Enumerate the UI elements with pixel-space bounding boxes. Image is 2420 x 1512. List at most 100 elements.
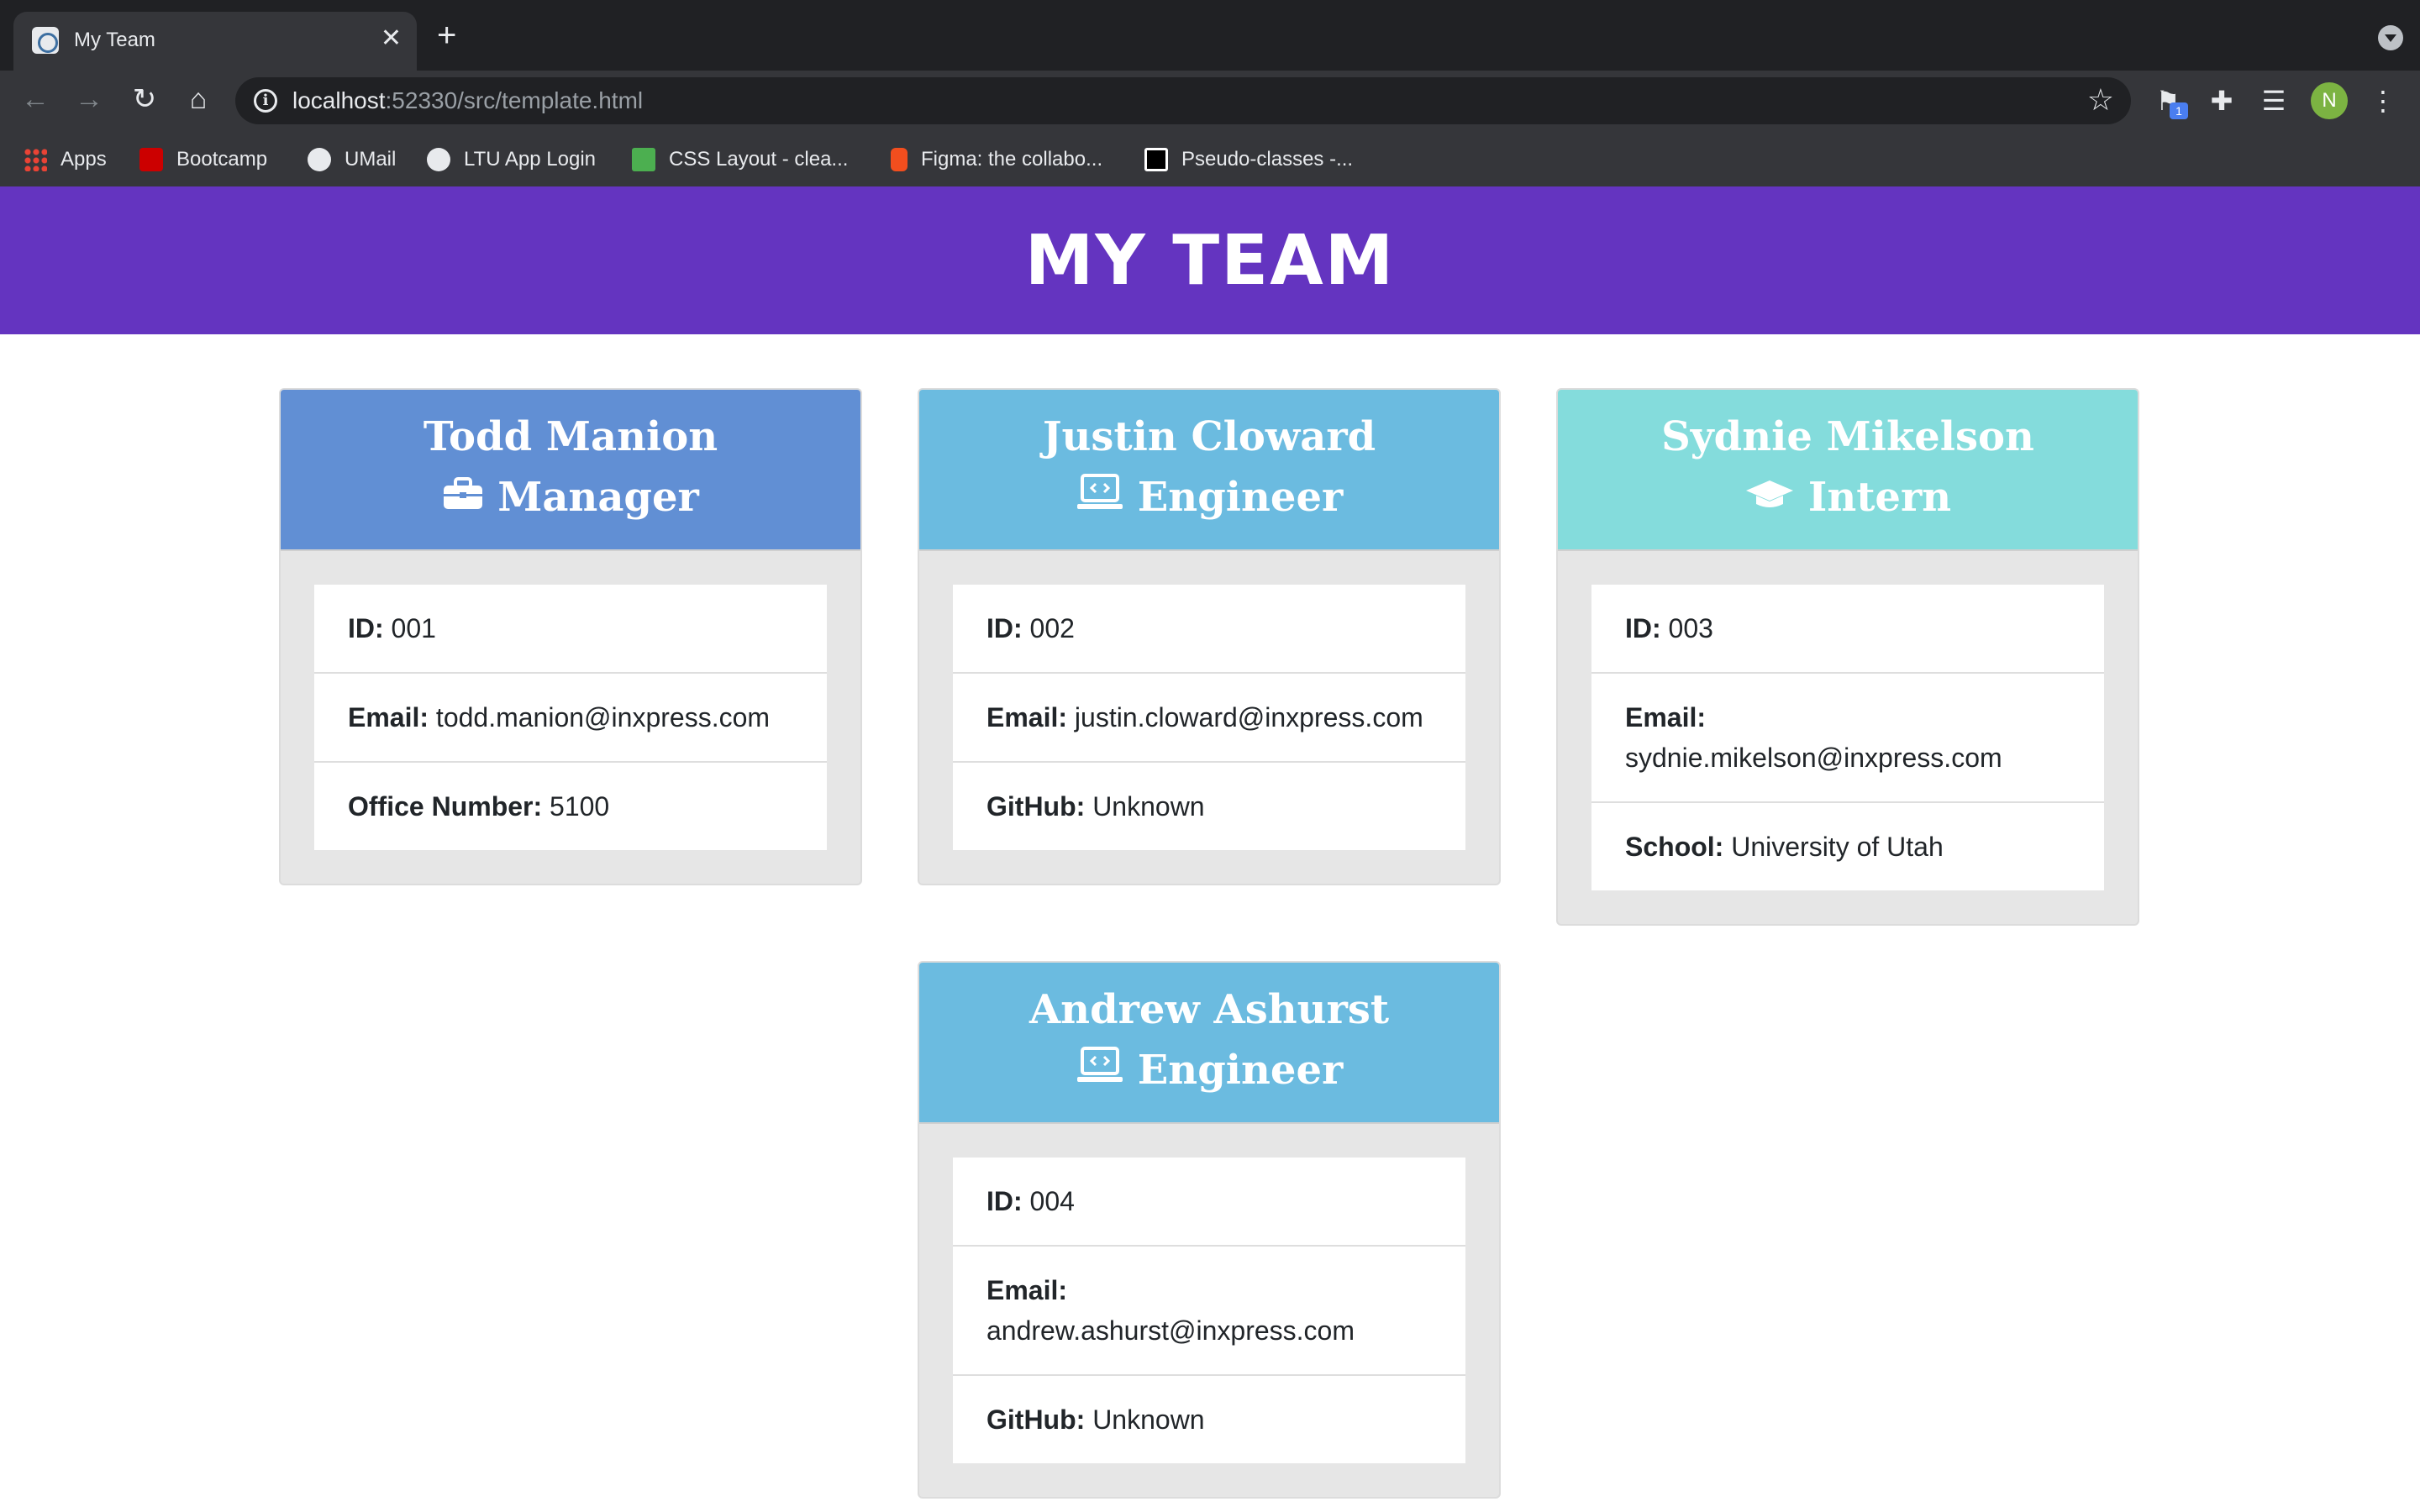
details-list: ID: 004 Email: andrew.ashurst@inxpress.co… [953, 1158, 1465, 1463]
employee-card: Justin Cloward Engineer ID: 002 Email: j… [918, 388, 1501, 885]
id-value: 003 [1668, 613, 1713, 643]
bookmark-umail[interactable]: UMail [308, 143, 396, 176]
laptop-code-icon [1076, 1040, 1124, 1100]
reload-icon[interactable]: ↻ [126, 81, 163, 118]
card-body: ID: 004 Email: andrew.ashurst@inxpress.co… [919, 1124, 1499, 1497]
bookmark-label: Pseudo-classes -... [1181, 148, 1354, 171]
id-label: ID: [986, 613, 1023, 643]
card-header: Sydnie Mikelson Intern [1558, 390, 2138, 551]
menu-dots-icon[interactable]: ⋮ [2366, 84, 2400, 118]
id-row: ID: 003 [1591, 585, 2104, 674]
graduation-cap-icon [1744, 467, 1795, 528]
email-row: Email: andrew.ashurst@inxpress.com [953, 1247, 1465, 1376]
email-row: Email: justin.cloward@inxpress.com [953, 674, 1465, 763]
extension-badge: 1 [2170, 102, 2188, 119]
browser-tab[interactable]: My Team ✕ [13, 12, 417, 71]
extension-icon[interactable]: ⚑ 1 [2151, 84, 2188, 119]
details-list: ID: 002 Email: justin.cloward@inxpress.c… [953, 585, 1465, 850]
bookmark-apps[interactable]: Apps [24, 143, 107, 176]
employee-name: Sydnie Mikelson [1661, 413, 2034, 460]
school-value: University of Utah [1731, 832, 1944, 862]
role-label: Engineer [1137, 1047, 1344, 1094]
github-row: GitHub: Unknown [953, 763, 1465, 850]
email-link[interactable]: todd.manion@inxpress.com [436, 702, 770, 732]
card-body: ID: 003 Email: sydnie.mikelson@inxpress.c… [1558, 551, 2138, 924]
laptop-code-icon [1076, 467, 1124, 528]
employee-role: Engineer [919, 1040, 1499, 1100]
email-label: Email: [986, 1275, 1068, 1305]
bookmarks-bar: Apps Bootcamp UMail LTU App Login CSS La… [0, 131, 2420, 186]
page-favicon-icon [32, 27, 59, 54]
back-arrow-icon[interactable]: ← [17, 81, 54, 118]
bookmark-label: LTU App Login [464, 148, 596, 171]
employee-role: Manager [281, 467, 860, 528]
url-path: :52330/src/template.html [385, 87, 644, 113]
github-label: GitHub: [986, 791, 1086, 822]
close-tab-icon[interactable]: ✕ [381, 24, 402, 54]
details-list: ID: 003 Email: sydnie.mikelson@inxpress.c… [1591, 585, 2104, 890]
page-title: MY TEAM [1024, 220, 1396, 301]
w-icon [632, 148, 655, 171]
card-body: ID: 001 Email: todd.manion@inxpress.com … [281, 551, 860, 884]
browser-toolbar: ← → ↻ ⌂ i localhost:52330/src/template.h… [0, 71, 2420, 131]
employee-name: Justin Cloward [1042, 413, 1376, 460]
details-list: ID: 001 Email: todd.manion@inxpress.com … [314, 585, 827, 850]
tab-search-icon[interactable] [2378, 25, 2403, 50]
office-number-value: 5100 [550, 791, 610, 822]
employee-role: Engineer [919, 467, 1499, 528]
address-bar[interactable]: i localhost:52330/src/template.html ☆ [235, 77, 2131, 124]
page-header: MY TEAM [0, 186, 2420, 334]
id-row: ID: 002 [953, 585, 1465, 674]
email-label: Email: [986, 702, 1068, 732]
id-row: ID: 004 [953, 1158, 1465, 1247]
briefcase-icon [442, 467, 484, 528]
bookmark-label: Apps [60, 148, 107, 171]
bookmark-figma[interactable]: Figma: the collabo... [891, 143, 1102, 176]
card-header: Todd Manion Manager [281, 390, 860, 551]
email-row: Email: todd.manion@inxpress.com [314, 674, 827, 763]
role-label: Intern [1807, 474, 1952, 521]
bookmark-pseudo-classes[interactable]: Pseudo-classes -... [1144, 143, 1353, 176]
globe-icon [308, 148, 331, 171]
forward-arrow-icon[interactable]: → [71, 81, 108, 118]
profile-avatar[interactable]: N [2311, 82, 2348, 119]
email-label: Email: [348, 702, 429, 732]
card-header: Justin Cloward Engineer [919, 390, 1499, 551]
bookmark-css-layout[interactable]: CSS Layout - clea... [632, 143, 848, 176]
employee-role: Intern [1558, 467, 2138, 528]
id-label: ID: [348, 613, 384, 643]
email-label: Email: [1625, 702, 1707, 732]
school-row: School: University of Utah [1591, 803, 2104, 890]
bookmark-label: Bootcamp [176, 148, 268, 171]
employee-card: Todd Manion Manager ID: 001 Email: todd.… [279, 388, 862, 885]
email-row: Email: sydnie.mikelson@inxpress.com [1591, 674, 2104, 803]
url-text[interactable]: localhost:52330/src/template.html [292, 87, 643, 114]
bookmark-ltu-app-login[interactable]: LTU App Login [427, 143, 596, 176]
github-link[interactable]: Unknown [1092, 791, 1204, 822]
email-link[interactable]: justin.cloward@inxpress.com [1075, 702, 1423, 732]
utah-u-icon [139, 148, 163, 171]
tab-strip: My Team ✕ + [0, 0, 2420, 71]
card-body: ID: 002 Email: justin.cloward@inxpress.c… [919, 551, 1499, 884]
id-label: ID: [1625, 613, 1661, 643]
media-queue-icon[interactable]: ☰ [2257, 84, 2291, 118]
employee-card: Sydnie Mikelson Intern ID: 003 Email: syd… [1556, 388, 2139, 926]
url-host: localhost [292, 87, 386, 113]
new-tab-button[interactable]: + [437, 18, 456, 52]
site-info-icon[interactable]: i [254, 89, 277, 113]
globe-icon [427, 148, 450, 171]
bookmark-star-icon[interactable]: ☆ [2087, 82, 2114, 118]
email-link[interactable]: sydnie.mikelson@inxpress.com [1625, 743, 2002, 773]
puzzle-icon[interactable]: ✚ [2205, 84, 2238, 118]
id-row: ID: 001 [314, 585, 827, 674]
bookmark-bootcamp[interactable]: Bootcamp [139, 143, 267, 176]
email-link[interactable]: andrew.ashurst@inxpress.com [986, 1315, 1355, 1346]
home-icon[interactable]: ⌂ [180, 81, 217, 118]
tab-title: My Team [74, 29, 155, 51]
employee-card: Andrew Ashurst Engineer ID: 004 Email: an… [918, 961, 1501, 1499]
id-value: 001 [391, 613, 436, 643]
figma-icon [891, 148, 908, 171]
github-link[interactable]: Unknown [1092, 1404, 1204, 1435]
role-label: Engineer [1137, 474, 1344, 521]
apps-grid-icon [24, 148, 47, 171]
